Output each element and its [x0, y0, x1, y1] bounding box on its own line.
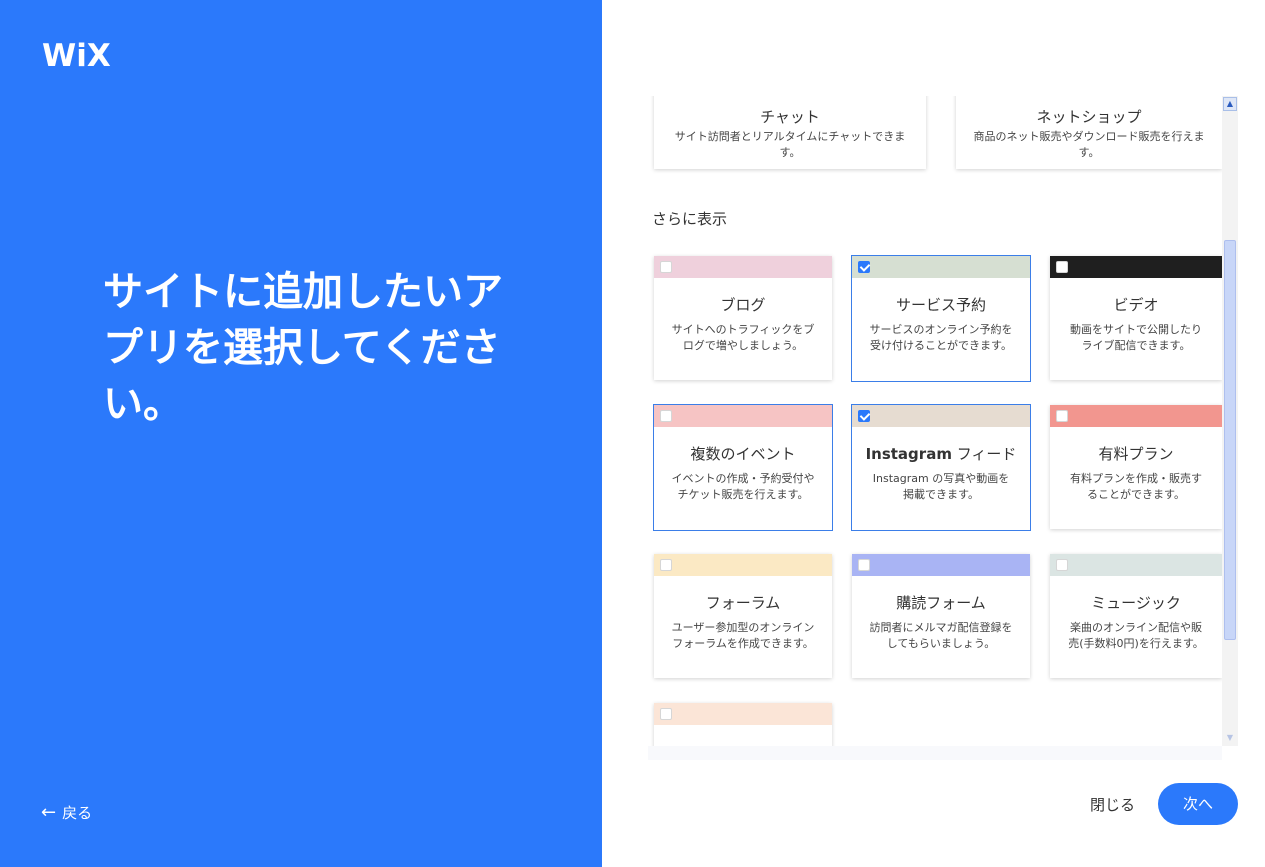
- select-checkbox[interactable]: [858, 410, 870, 422]
- page-headline: サイトに追加したいアプリを選択してください。: [103, 269, 503, 427]
- app-card-video[interactable]: ビデオ 動画をサイトで公開したりライブ配信できます。: [1050, 256, 1222, 380]
- app-card-forum[interactable]: フォーラム ユーザー参加型のオンラインフォーラムを作成できます。: [654, 554, 832, 678]
- app-card-subscribe-form[interactable]: 購読フォーム 訪問者にメルマガ配信登録をしてもらいましょう。: [852, 554, 1030, 678]
- card-color-bar: [654, 554, 832, 576]
- app-card-title: チャット: [760, 108, 820, 126]
- app-card-title: ミュージック: [1091, 594, 1181, 612]
- app-card-title: 購読フォーム: [896, 594, 986, 612]
- app-card-blog[interactable]: ブログ サイトへのトラフィックをブログで増やしましょう。: [654, 256, 832, 380]
- select-checkbox[interactable]: [1056, 559, 1068, 571]
- app-list: チャット サイト訪問者とリアルタイムにチャットできます。 ネットショップ 商品の…: [648, 96, 1222, 746]
- app-card-title-rest: フィード: [951, 445, 1017, 463]
- card-color-bar: [852, 405, 1030, 427]
- select-checkbox[interactable]: [1056, 410, 1068, 422]
- card-color-bar: [654, 703, 832, 725]
- app-card-title: 有料プラン: [1098, 445, 1174, 463]
- select-checkbox[interactable]: [660, 261, 672, 273]
- app-card-title: ブログ: [720, 296, 766, 314]
- app-card-title: Instagram フィード: [852, 443, 1030, 464]
- card-color-bar: [1050, 256, 1222, 278]
- back-button[interactable]: ← 戻る: [41, 802, 92, 823]
- app-card-desc: イベントの作成・予約受付やチケット販売を行えます。: [671, 472, 815, 501]
- select-checkbox[interactable]: [1056, 261, 1068, 273]
- app-card-desc: Instagram の写真や動画を掲載できます。: [872, 472, 1010, 501]
- card-color-bar: [852, 256, 1030, 278]
- wix-logo: WiX: [42, 38, 111, 74]
- app-card-events[interactable]: 複数のイベント イベントの作成・予約受付やチケット販売を行えます。: [653, 404, 833, 531]
- show-more-label: さらに表示: [652, 210, 728, 228]
- card-color-bar: [654, 405, 832, 427]
- scroll-down-icon[interactable]: ▼: [1223, 731, 1237, 745]
- vertical-scrollbar[interactable]: ▲ ▼: [1222, 96, 1238, 746]
- back-label: 戻る: [62, 804, 93, 822]
- left-panel: WiX サイトに追加したいアプリを選択してください。 ← 戻る: [0, 0, 602, 867]
- close-button[interactable]: 閉じる: [1090, 794, 1135, 815]
- app-card-title: サービス予約: [895, 296, 986, 314]
- app-card-chat[interactable]: チャット サイト訪問者とリアルタイムにチャットできます。: [654, 96, 926, 169]
- app-card-title: ネットショップ: [1036, 108, 1142, 126]
- arrow-left-icon: ←: [41, 801, 57, 823]
- app-card-instagram-feed[interactable]: Instagram フィード Instagram の写真や動画を掲載できます。: [851, 404, 1031, 531]
- app-card-music[interactable]: ミュージック 楽曲のオンライン配信や販売(手数料0円)を行えます。: [1050, 554, 1222, 678]
- app-card-title: ビデオ: [1113, 296, 1159, 314]
- app-card-desc: サービスのオンライン予約を受け付けることができます。: [869, 323, 1013, 352]
- app-card-desc: 商品のネット販売やダウンロード販売を行えます。: [973, 130, 1205, 159]
- scroll-up-icon[interactable]: ▲: [1223, 97, 1237, 111]
- app-card-online-store[interactable]: ネットショップ 商品のネット販売やダウンロード販売を行えます。: [956, 96, 1222, 169]
- select-checkbox[interactable]: [660, 559, 672, 571]
- select-checkbox[interactable]: [660, 410, 672, 422]
- select-checkbox[interactable]: [858, 261, 870, 273]
- card-color-bar: [852, 554, 1030, 576]
- app-card-desc: サイト訪問者とリアルタイムにチャットできます。: [674, 130, 906, 159]
- app-card-pricing-plans[interactable]: 有料プラン 有料プランを作成・販売することができます。: [1050, 405, 1222, 529]
- app-card-bookings[interactable]: サービス予約 サービスのオンライン予約を受け付けることができます。: [851, 255, 1031, 382]
- app-card-desc: 動画をサイトで公開したりライブ配信できます。: [1070, 323, 1202, 352]
- app-card-desc: ユーザー参加型のオンラインフォーラムを作成できます。: [671, 621, 815, 650]
- app-card-desc: 訪問者にメルマガ配信登録をしてもらいましょう。: [869, 621, 1013, 650]
- app-card-partial[interactable]: [654, 703, 832, 746]
- card-color-bar: [654, 256, 832, 278]
- horizontal-scrollbar[interactable]: [648, 746, 1222, 760]
- select-checkbox[interactable]: [660, 708, 672, 720]
- app-card-desc: 有料プランを作成・販売することができます。: [1070, 472, 1202, 501]
- card-color-bar: [1050, 554, 1222, 576]
- next-button[interactable]: 次へ: [1158, 783, 1238, 825]
- app-card-title: フォーラム: [705, 594, 781, 612]
- card-color-bar: [1050, 405, 1222, 427]
- app-card-desc: サイトへのトラフィックをブログで増やしましょう。: [671, 323, 815, 352]
- select-checkbox[interactable]: [858, 559, 870, 571]
- app-card-desc: 楽曲のオンライン配信や販売(手数料0円)を行えます。: [1068, 621, 1204, 650]
- scroll-thumb[interactable]: [1224, 240, 1236, 640]
- instagram-brand-text: Instagram: [865, 445, 952, 463]
- app-card-title: 複数のイベント: [690, 445, 796, 463]
